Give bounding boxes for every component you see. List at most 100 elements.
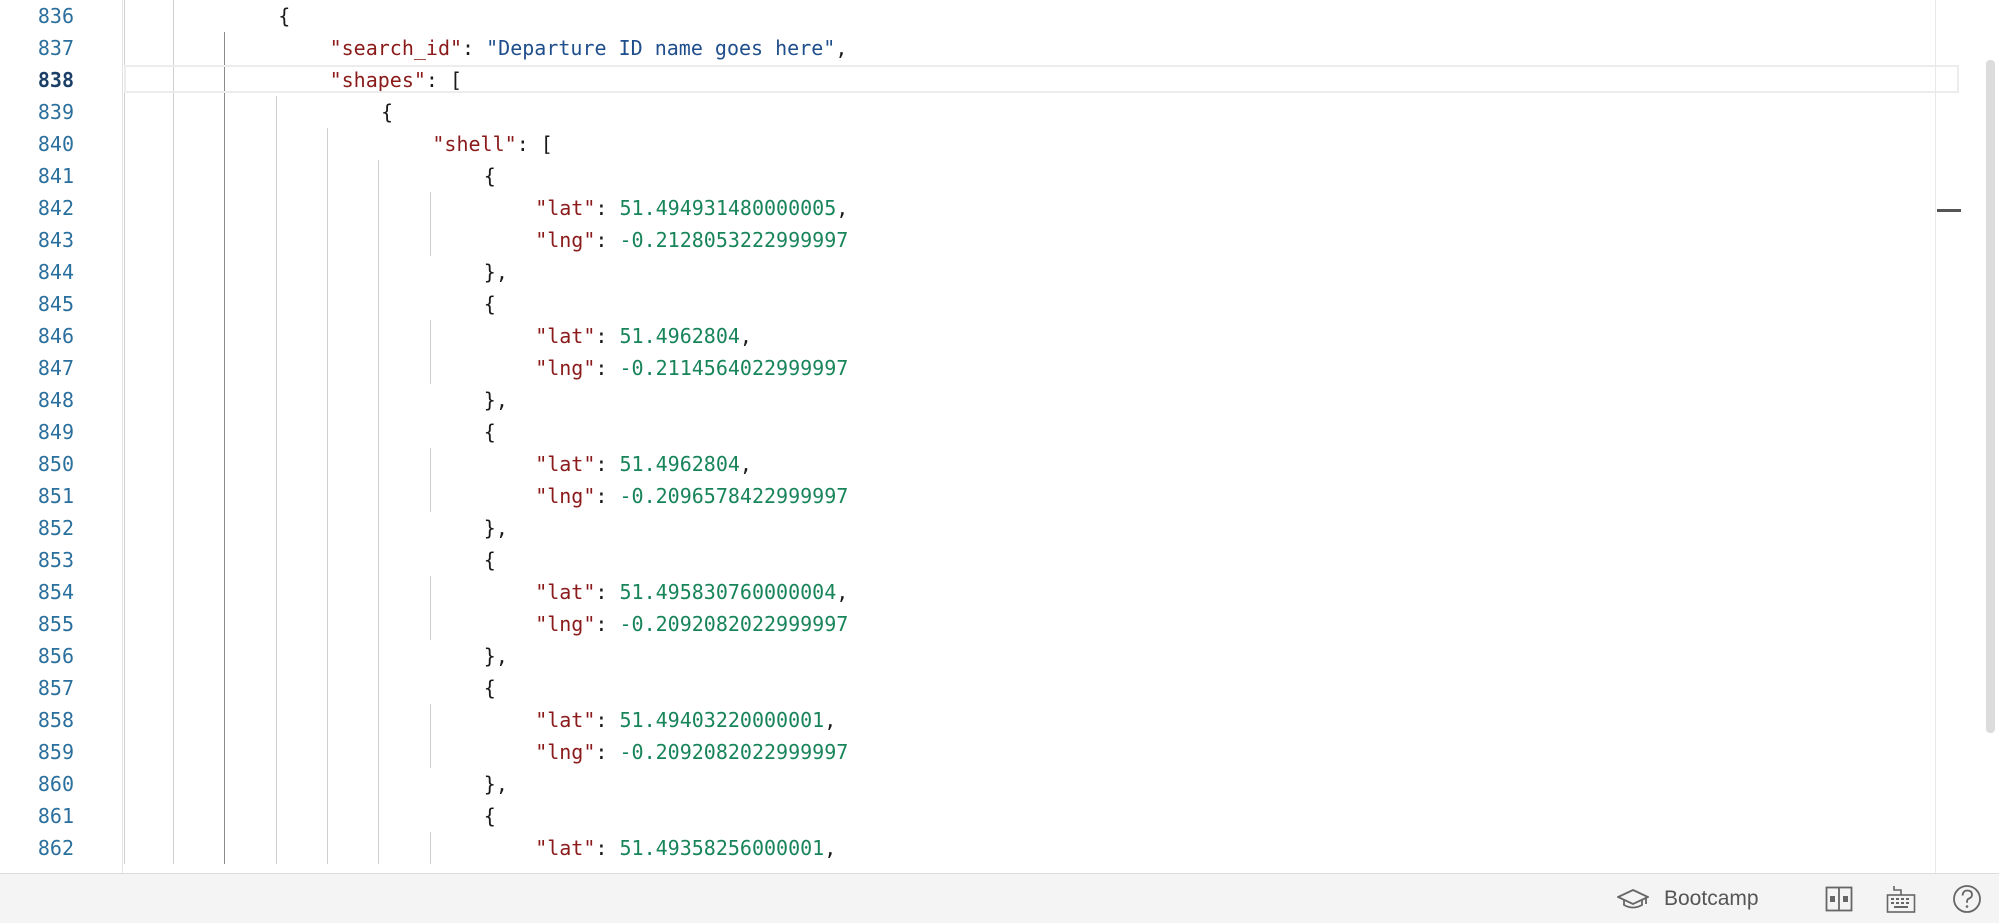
bootcamp-button[interactable]: Bootcamp (1664, 874, 1759, 924)
code-line[interactable]: 857 { (0, 672, 1940, 704)
line-number: 850 (37, 452, 74, 476)
json-punctuation: { (483, 164, 496, 188)
indent-guide (327, 192, 328, 224)
line-number: 855 (37, 612, 74, 636)
indent-guide (124, 608, 125, 640)
indent-guide (124, 832, 125, 864)
scrollbar-thumb[interactable] (1986, 60, 1995, 733)
indent-guide (224, 832, 225, 864)
line-number: 858 (37, 708, 74, 732)
indent-guide (378, 288, 379, 320)
json-punctuation: , (824, 708, 837, 732)
code-line[interactable]: 860}, (0, 768, 1940, 800)
graduation-cap-icon[interactable] (1617, 874, 1649, 924)
indent-guide (327, 800, 328, 832)
json-key: "lat" (535, 196, 596, 220)
code-text: }, (484, 384, 508, 416)
code-line[interactable]: 842 "lat": 51.494931480000005, (0, 192, 1940, 224)
code-line[interactable]: 851 "lng": -0.2096578422999997 (0, 480, 1940, 512)
line-number: 849 (37, 420, 74, 444)
indent-guide (124, 192, 125, 224)
code-text: "shell": [ (432, 128, 552, 160)
indent-guide (430, 608, 431, 640)
json-key: "lng" (535, 228, 596, 252)
code-line[interactable]: 844}, (0, 256, 1940, 288)
json-number: 51.49358256000001 (619, 836, 825, 860)
indent-guide (378, 640, 379, 672)
indent-guide (430, 704, 431, 736)
indent-guide (124, 352, 125, 384)
code-editor[interactable]: 836 { 837 "search_id": "Departure ID name g… (0, 0, 1999, 873)
code-line[interactable]: 856}, (0, 640, 1940, 672)
code-line[interactable]: 848}, (0, 384, 1940, 416)
line-number: 859 (37, 740, 74, 764)
code-line[interactable]: 862 "lat": 51.49358256000001, (0, 832, 1940, 864)
code-text: "lng": -0.2114564022999997 (535, 352, 848, 384)
indent-guide (173, 192, 174, 224)
code-line[interactable]: 843 "lng": -0.2128053222999997 (0, 224, 1940, 256)
code-text: "lng": -0.2096578422999997 (535, 480, 848, 512)
code-line[interactable]: 853 { (0, 544, 1940, 576)
json-punctuation: : (595, 324, 620, 348)
code-line[interactable]: 859 "lng": -0.2092082022999997 (0, 736, 1940, 768)
json-punctuation: { (278, 4, 291, 28)
indent-guide (124, 256, 125, 288)
json-punctuation: { (483, 420, 496, 444)
indent-guide (430, 224, 431, 256)
indent-guide (378, 768, 379, 800)
indent-guide (224, 768, 225, 800)
indent-guide (327, 224, 328, 256)
indent-guide (173, 352, 174, 384)
indent-guide (124, 800, 125, 832)
indent-guide (173, 640, 174, 672)
indent-guide (276, 544, 277, 576)
indent-guide (173, 512, 174, 544)
json-punctuation: : (595, 356, 620, 380)
code-text: }, (484, 512, 508, 544)
code-line[interactable]: 839 { (0, 96, 1940, 128)
json-punctuation: : [ (516, 132, 553, 156)
keyboard-icon[interactable] (1886, 874, 1916, 924)
code-line[interactable]: 836 { (0, 0, 1940, 32)
indent-guide (378, 832, 379, 864)
code-line[interactable]: 840 "shell": [ (0, 128, 1940, 160)
help-icon[interactable] (1952, 874, 1982, 924)
indent-guide (173, 672, 174, 704)
json-string: "Departure ID name goes here" (486, 36, 836, 60)
json-key: "lat" (535, 708, 596, 732)
indent-guide (124, 0, 125, 32)
indent-guide (124, 640, 125, 672)
indent-guide (124, 672, 125, 704)
code-line[interactable]: 837 "search_id": "Departure ID name goes … (0, 32, 1940, 64)
code-line[interactable]: 852}, (0, 512, 1940, 544)
json-punctuation: , (835, 36, 848, 60)
code-line[interactable]: 847 "lng": -0.2114564022999997 (0, 352, 1940, 384)
indent-guide (224, 32, 225, 64)
indent-guide (378, 224, 379, 256)
indent-guide (224, 704, 225, 736)
code-line[interactable]: 858 "lat": 51.49403220000001, (0, 704, 1940, 736)
indent-guide (378, 192, 379, 224)
line-number: 847 (37, 356, 74, 380)
line-number: 837 (37, 36, 74, 60)
code-line[interactable]: 845 { (0, 288, 1940, 320)
status-bar: Bootcamp (0, 873, 1999, 923)
code-line[interactable]: 850 "lat": 51.4962804, (0, 448, 1940, 480)
code-text: "lng": -0.2128053222999997 (535, 224, 848, 256)
json-punctuation: , (836, 580, 849, 604)
split-view-icon[interactable] (1825, 874, 1853, 924)
indent-guide (327, 288, 328, 320)
indent-guide (124, 288, 125, 320)
code-line[interactable]: 841 { (0, 160, 1940, 192)
indent-guide (224, 416, 225, 448)
code-line[interactable]: 849 { (0, 416, 1940, 448)
code-line[interactable]: 846 "lat": 51.4962804, (0, 320, 1940, 352)
indent-guide (224, 384, 225, 416)
code-text: "search_id": "Departure ID name goes her… (330, 32, 848, 64)
indent-guide (124, 480, 125, 512)
code-line[interactable]: 855 "lng": -0.2092082022999997 (0, 608, 1940, 640)
json-punctuation: : (595, 228, 620, 252)
code-line[interactable]: 861 { (0, 800, 1940, 832)
code-text: "lng": -0.2092082022999997 (535, 608, 848, 640)
code-line[interactable]: 854 "lat": 51.495830760000004, (0, 576, 1940, 608)
